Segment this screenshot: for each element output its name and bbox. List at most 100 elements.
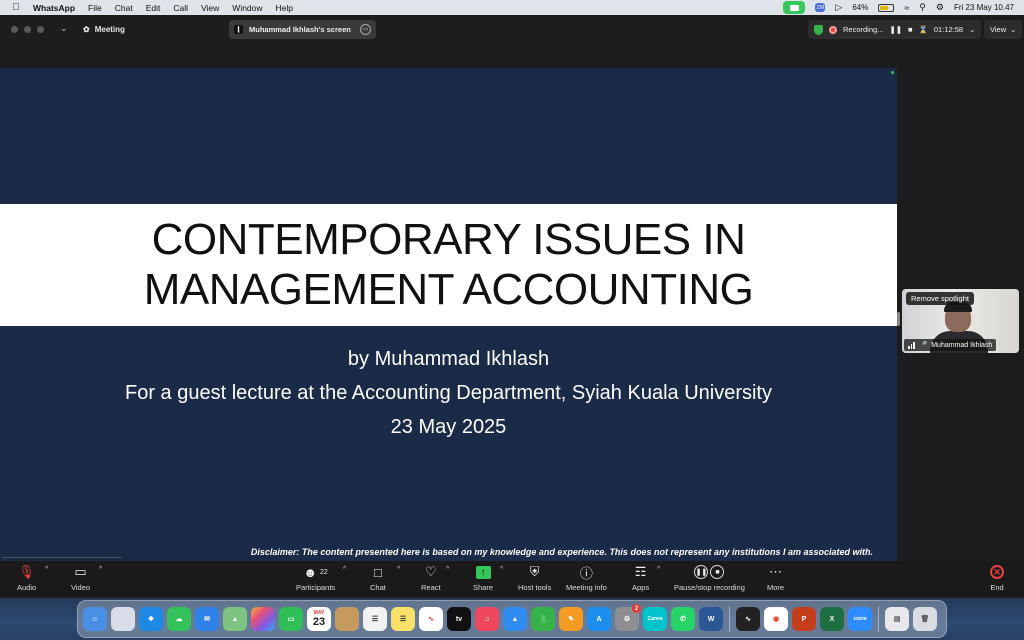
photos-icon[interactable] — [251, 607, 275, 631]
battery-percent: 64% — [852, 3, 869, 12]
shield-icon: ⛨ — [529, 564, 540, 579]
meeting-info-button[interactable]: ⓘ Meeting info — [566, 564, 607, 593]
activity-monitor-icon[interactable]: ∿ — [736, 607, 760, 631]
music-icon[interactable]: ♫ — [475, 607, 499, 631]
camera-in-use-icon[interactable] — [783, 1, 806, 14]
participants-icon: ☻ 22 — [303, 564, 328, 580]
apps-button[interactable]: ☶ Apps — [632, 564, 649, 592]
audio-options-caret[interactable]: ^ — [45, 566, 48, 573]
audio-button[interactable]: 🎙 Audio — [17, 564, 36, 592]
participant-video-tile[interactable]: Remove spotlight 🎤 Muhammad Ikhlash — [902, 289, 1019, 353]
chat-icon: □ — [373, 564, 382, 580]
meeting-info-label: Meeting info — [566, 583, 607, 592]
host-tools-label: Host tools — [518, 583, 552, 592]
participant-name-tag: 🎤 Muhammad Ikhlash — [904, 339, 997, 351]
stop-recording-icon[interactable]: ■ — [908, 25, 913, 34]
react-button[interactable]: ♡ React — [421, 564, 441, 592]
search-icon[interactable]: ⚲ — [919, 2, 926, 13]
chat-button[interactable]: □ Chat — [370, 564, 386, 593]
participants-button[interactable]: ☻ 22 Participants — [296, 564, 335, 593]
finder-icon[interactable]: ☺ — [83, 607, 107, 631]
participants-options-caret[interactable]: ^ — [343, 566, 346, 573]
play-circle-icon[interactable]: ▷ — [835, 2, 842, 13]
menu-window[interactable]: Window — [232, 3, 262, 13]
share-icon-wrap: ↑ — [475, 564, 491, 580]
menu-call[interactable]: Call — [173, 3, 188, 13]
trash-icon[interactable]: 🗑 — [913, 607, 937, 631]
zoom-window-button[interactable] — [37, 26, 44, 33]
encryption-shield-icon[interactable] — [814, 24, 823, 35]
menu-chat[interactable]: Chat — [115, 3, 133, 13]
contacts-icon[interactable] — [335, 607, 359, 631]
minimize-window-button[interactable] — [24, 26, 31, 33]
info-icon: ⓘ — [579, 565, 593, 581]
pages-icon[interactable]: ✎ — [559, 607, 583, 631]
safari-icon[interactable]: ❖ — [139, 607, 163, 631]
wifi-icon[interactable]: ≈ — [904, 3, 909, 13]
chrome-icon[interactable]: ◉ — [764, 607, 788, 631]
powerpoint-icon[interactable]: P — [792, 607, 816, 631]
video-options-caret[interactable]: ^ — [99, 566, 102, 573]
menu-view[interactable]: View — [201, 3, 219, 13]
menu-file[interactable]: File — [88, 3, 102, 13]
pause-stop-recording-button[interactable]: ❚❚ ■ Pause/stop recording — [674, 564, 745, 592]
excel-label: X — [829, 615, 835, 623]
react-options-caret[interactable]: ^ — [446, 566, 449, 573]
app-store-icon[interactable]: A — [587, 607, 611, 631]
apps-options-caret[interactable]: ^ — [657, 566, 660, 573]
chat-options-caret[interactable]: ^ — [397, 566, 400, 573]
numbers-icon[interactable]: ░ — [531, 607, 555, 631]
timer-chevron-icon[interactable]: ⌄ — [969, 25, 975, 34]
more-button[interactable]: ⋯ More — [767, 564, 784, 592]
recording-controls-icon-wrap: ❚❚ ■ — [694, 564, 725, 580]
apple-tv-icon[interactable]: tv — [447, 607, 471, 631]
apple-icon[interactable]:  — [12, 2, 21, 13]
view-button[interactable]: View ⌄ — [984, 20, 1023, 39]
zoom-menu-icon[interactable]: ZM — [815, 3, 826, 12]
apps-label: Apps — [632, 583, 650, 592]
video-button[interactable]: ▭ Video — [71, 564, 90, 592]
mail-icon[interactable]: ✉ — [195, 607, 219, 631]
more-label: More — [767, 583, 785, 592]
excel-icon[interactable]: X — [820, 607, 844, 631]
menu-edit[interactable]: Edit — [146, 3, 161, 13]
meeting-timer[interactable]: 01:12:58 — [934, 25, 963, 34]
menu-bar:  WhatsApp File Chat Edit Call View Wind… — [0, 0, 1024, 15]
downloads-stack-icon[interactable]: ▤ — [885, 607, 909, 631]
word-icon[interactable]: W — [699, 607, 723, 631]
control-center-icon[interactable]: ⚙ — [936, 2, 944, 13]
facetime-icon[interactable]: ▭ — [279, 607, 303, 631]
battery-icon[interactable] — [878, 3, 895, 12]
zoom-icon[interactable]: zoom — [848, 607, 872, 631]
panel-resize-handle[interactable] — [897, 312, 900, 326]
more-options-icon[interactable]: ··· — [360, 24, 371, 35]
canva-label: Canva — [647, 616, 663, 622]
share-options-caret[interactable]: ^ — [500, 566, 503, 573]
end-button[interactable]: ✕ End — [990, 564, 1004, 592]
powerpoint-label: P — [801, 615, 807, 623]
menu-app-name[interactable]: WhatsApp — [33, 3, 75, 13]
canva-icon[interactable]: Canva — [643, 607, 667, 631]
menu-help[interactable]: Help — [276, 3, 293, 13]
freeform-icon[interactable]: ∿ — [419, 607, 443, 631]
system-settings-icon[interactable]: ⚙ 2 — [615, 604, 641, 631]
close-window-button[interactable] — [11, 26, 18, 33]
whatsapp-icon[interactable]: ✆ — [671, 607, 695, 631]
react-label: React — [421, 583, 441, 592]
clock[interactable]: Fri 23 May 10.47 — [954, 3, 1014, 12]
share-button[interactable]: ↑ Share — [473, 564, 493, 592]
maps-icon[interactable]: ▲ — [223, 607, 247, 631]
meeting-menu[interactable]: ✿ Meeting — [83, 25, 125, 34]
calendar-icon[interactable]: MAY 23 — [307, 607, 331, 631]
pause-recording-icon[interactable]: ❚❚ — [889, 25, 902, 34]
launchpad-icon[interactable] — [111, 607, 135, 631]
keynote-icon[interactable]: ▲ — [503, 607, 527, 631]
chevron-down-icon[interactable]: ⌄ — [60, 23, 68, 34]
remove-spotlight-button[interactable]: Remove spotlight — [906, 292, 974, 305]
reminders-icon[interactable]: ☰ — [363, 607, 387, 631]
audio-label: Audio — [17, 583, 37, 592]
messages-icon[interactable]: ☁ — [167, 607, 191, 631]
notes-icon[interactable]: ☰ — [391, 607, 415, 631]
shared-screen-tab[interactable]: ❙ Muhammad Ikhlash's screen ··· — [229, 20, 376, 39]
host-tools-button[interactable]: ⛨ Host tools — [518, 564, 551, 592]
